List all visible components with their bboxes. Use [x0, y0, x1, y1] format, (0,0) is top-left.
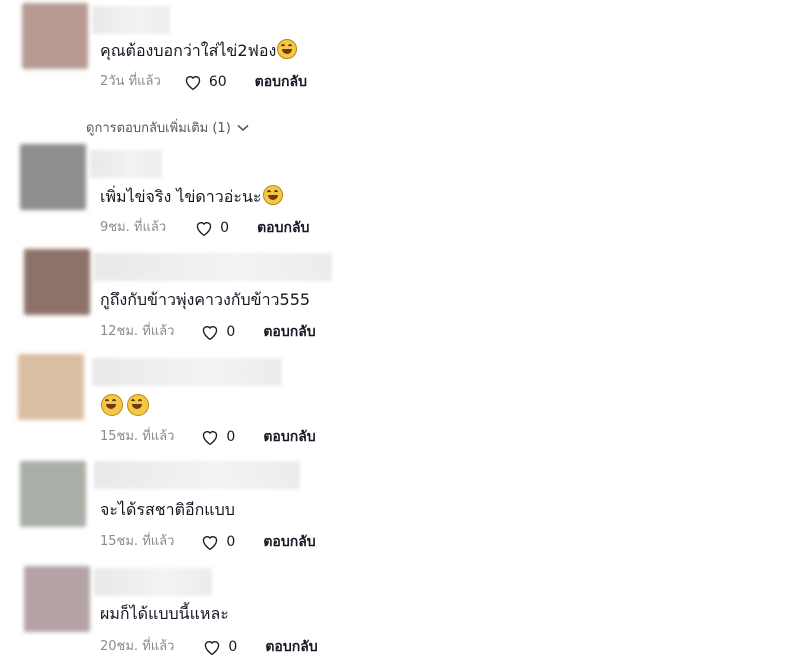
comment-meta: 12ชม. ที่แล้ว 0 ตอบกลับ [100, 323, 316, 341]
like-button[interactable]: 0 [200, 428, 235, 446]
reply-button[interactable]: ตอบกลับ [265, 638, 317, 656]
comment-text-content: จะได้รสชาติอีกแบบ [100, 500, 235, 519]
avatar[interactable] [20, 144, 86, 210]
comment-item: ผมก็ได้แบบนี้แหละ 20ชม. ที่แล้ว 0 ตอบกลั… [0, 562, 800, 662]
comment-time: 2วัน ที่แล้ว [100, 74, 161, 89]
comment-item: กูถึงกับข้าวพุ่งคาวงกับข้าว555 12ชม. ที่… [0, 245, 800, 345]
heart-icon [203, 326, 218, 341]
like-button[interactable]: 0 [194, 219, 229, 237]
like-count: 0 [226, 534, 236, 550]
chevron-down-icon [237, 124, 249, 131]
like-count: 60 [208, 74, 227, 90]
comment-text-content: เพิ่มไข่จริง ไข่ดาวอ่ะนะ [100, 187, 262, 206]
comment-text [100, 394, 149, 419]
comment-meta: 15ชม. ที่แล้ว 0 ตอบกลับ [100, 533, 316, 551]
avatar[interactable] [18, 354, 84, 420]
comment-meta: 2วัน ที่แล้ว 60 ตอบกลับ [100, 73, 307, 91]
comment-time: 12ชม. ที่แล้ว [100, 324, 175, 339]
reply-button[interactable]: ตอบกลับ [257, 219, 309, 237]
reply-button[interactable]: ตอบกลับ [263, 533, 315, 551]
view-more-label: ดูการตอบกลับเพิ่มเติม (1) [86, 121, 231, 136]
comment-meta: 9ชม. ที่แล้ว 0 ตอบกลับ [100, 219, 309, 237]
comment-meta: 20ชม. ที่แล้ว 0 ตอบกลับ [100, 638, 318, 656]
avatar[interactable] [22, 3, 88, 69]
comment-text: คุณต้องบอกว่าใส่ไข่2ฟอง [100, 39, 298, 62]
laughing-emoji-icon [101, 394, 123, 416]
reply-button[interactable]: ตอบกลับ [263, 323, 315, 341]
username-blurred[interactable] [94, 568, 212, 596]
reply-button[interactable]: ตอบกลับ [263, 428, 315, 446]
comment-text: กูถึงกับข้าวพุ่งคาวงกับข้าว555 [100, 289, 310, 311]
username-blurred[interactable] [92, 6, 170, 34]
heart-icon [185, 76, 201, 91]
comment-meta: 15ชม. ที่แล้ว 0 ตอบกลับ [100, 428, 316, 446]
avatar[interactable] [24, 566, 90, 632]
comment-text: จะได้รสชาติอีกแบบ [100, 499, 235, 521]
laughing-emoji-icon [277, 39, 298, 59]
comment-item: คุณต้องบอกว่าใส่ไข่2ฟอง 2วัน ที่แล้ว 60 … [0, 0, 800, 100]
like-button[interactable]: 0 [200, 533, 235, 551]
comment-text-content: ผมก็ได้แบบนี้แหละ [100, 604, 229, 623]
reply-button[interactable]: ตอบกลับ [255, 73, 307, 91]
like-count: 0 [228, 639, 238, 655]
username-blurred[interactable] [90, 150, 162, 178]
like-button[interactable]: 0 [202, 638, 237, 656]
laughing-emoji-icon [262, 185, 283, 205]
heart-icon [205, 641, 220, 656]
like-button[interactable]: 60 [183, 73, 227, 91]
heart-icon [203, 536, 218, 551]
comment-item: 15ชม. ที่แล้ว 0 ตอบกลับ [0, 350, 800, 450]
comment-time: 20ชม. ที่แล้ว [100, 639, 175, 654]
view-more-replies-button[interactable]: ดูการตอบกลับเพิ่มเติม (1) [86, 117, 249, 138]
like-count: 0 [226, 324, 236, 340]
comment-text-content: กูถึงกับข้าวพุ่งคาวงกับข้าว555 [100, 290, 311, 309]
comment-time: 9ชม. ที่แล้ว [100, 220, 167, 235]
comment-time: 15ชม. ที่แล้ว [100, 534, 175, 549]
comment-item: จะได้รสชาติอีกแบบ 15ชม. ที่แล้ว 0 ตอบกลั… [0, 455, 800, 555]
like-count: 0 [220, 220, 230, 236]
heart-icon [203, 431, 218, 446]
username-blurred[interactable] [92, 358, 282, 386]
username-blurred[interactable] [94, 461, 300, 489]
heart-icon [196, 222, 212, 237]
like-count: 0 [226, 429, 236, 445]
like-button[interactable]: 0 [200, 323, 235, 341]
comment-text: เพิ่มไข่จริง ไข่ดาวอ่ะนะ [100, 185, 283, 208]
comment-item: เพิ่มไข่จริง ไข่ดาวอ่ะนะ 9ชม. ที่แล้ว 0 … [0, 140, 800, 240]
avatar[interactable] [20, 461, 86, 527]
comment-text-content: คุณต้องบอกว่าใส่ไข่2ฟอง [100, 41, 277, 60]
avatar[interactable] [24, 249, 90, 315]
comment-time: 15ชม. ที่แล้ว [100, 429, 175, 444]
comment-text: ผมก็ได้แบบนี้แหละ [100, 603, 229, 625]
username-blurred[interactable] [94, 253, 332, 281]
laughing-emoji-icon [127, 394, 149, 416]
